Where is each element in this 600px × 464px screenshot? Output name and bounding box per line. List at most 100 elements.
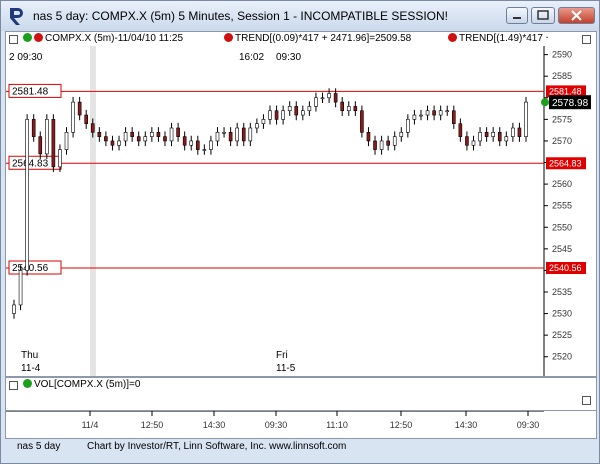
current-price-text: 2578.98 [552,98,589,109]
trend1-label: TREND[(0.09)*417 + 2471.96]=2509.58 [224,33,411,44]
candle-body [97,132,102,137]
trend1-text: TREND[(0.09)*417 + 2471.96]=2509.58 [235,33,412,44]
price-tick-label: 2560 [552,179,572,189]
trend2-text: TREND[(1.49)*417 + 2439 [459,33,548,44]
candle-body [110,140,115,146]
candle-body [222,132,226,134]
price-tick-label: 2530 [552,309,572,319]
candle-body [294,106,299,116]
candle-body [511,127,515,137]
candle-body [386,140,390,146]
panel-close-box-icon[interactable] [582,35,591,44]
candle-body [156,132,161,137]
level-label: 2564.83 [12,158,49,169]
level-price-tag-text: 2540.56 [549,263,582,273]
candle-body [445,110,450,113]
candle-body [45,119,49,155]
candle-body [425,110,430,116]
candle-body [307,106,312,112]
price-tick-label: 2575 [552,114,572,124]
price-tick-label: 2550 [552,222,572,232]
close-button[interactable] [558,7,595,24]
candle-body [320,97,325,100]
candle-body [346,106,351,112]
candle-body [504,136,509,142]
time-tick-label: 11/4 [82,420,99,430]
app-logo-icon [10,8,23,25]
candle-body [130,132,134,137]
price-tick-label: 2555 [552,201,572,211]
candle-body [202,149,207,151]
current-price-dot [541,98,549,107]
candle-body [143,136,148,142]
candle-body [31,119,36,137]
time-tick-label: 09:30 [517,420,540,430]
volume-close-box-icon[interactable] [582,396,591,405]
candle-body [465,136,469,146]
candle-body [373,140,377,150]
candle-body [64,132,69,150]
candle-body [471,140,476,146]
candle-body [209,140,213,150]
indicator-bar: COMPX.X (5m)-11/04/10 11:25 [23,33,183,44]
candle-body [484,132,489,137]
candle-body [340,101,345,112]
top-time-close: 16:02 [239,52,265,63]
panel-box-icon[interactable] [9,35,18,44]
candle-body [333,93,338,103]
minimize-button[interactable] [506,7,528,24]
volume-box-icon[interactable] [9,381,18,390]
candle-body [517,127,522,137]
price-tick-label: 2590 [552,50,572,60]
price-tick-label: 2545 [552,244,572,254]
candle-body [117,140,121,146]
close-icon [571,10,582,21]
candle-body [123,132,128,142]
candle-body [412,114,417,120]
price-tick-label: 2570 [552,136,572,146]
candle-body [274,110,279,120]
time-tick-label: 11:10 [326,420,348,430]
candle-body [58,149,62,168]
candle-body [51,119,56,168]
time-tick-label: 14:30 [455,420,478,430]
date-label-fri: 11-5 [276,363,296,374]
trend2-label: TREND[(1.49)*417 + 2439 [448,33,548,44]
time-tick-label: 09:30 [265,420,288,430]
candle-body [451,110,456,124]
maximize-icon [537,10,549,20]
price-tick-label: 2520 [552,352,572,362]
candle-body [314,97,318,107]
maximize-button[interactable] [531,7,555,24]
level-label: 2581.48 [12,86,49,97]
candle-body [90,123,95,133]
price-tick-label: 2535 [552,287,572,297]
candle-body [71,101,75,133]
footer-chart-name: nas 5 day [17,441,61,452]
candle-body [360,110,364,133]
title-bar: nas 5 day: COMPX.X (5m) 5 Minutes, Sessi… [1,1,599,31]
candle-body [77,101,82,116]
time-tick-label: 14:30 [203,420,226,430]
candle-body [287,106,292,112]
candle-body [104,136,108,142]
time-axis-svg: 11/4 12:50 14:30 09:30 11:10 12:50 14:30 09:30 [6,411,544,430]
price-chart-panel[interactable]: COMPX.X (5m)-11/04/10 11:25 TREND[(0.09)… [5,31,597,377]
top-time-open: 09:30 [276,52,302,63]
candle-body [38,136,43,155]
level-price-tag-text: 2581.48 [549,86,582,96]
candle-body [255,123,259,129]
candle-body [438,110,443,116]
candle-body [182,136,187,146]
candle-body [478,132,482,142]
red-dot-icon [34,33,43,42]
volume-panel[interactable]: VOL[COMPX.X (5m)]=0 [5,377,597,411]
minimize-icon [513,17,521,19]
candle-body [84,114,89,124]
candle-body [195,140,200,150]
candle-body [406,119,410,133]
level-label: 2540.56 [12,263,49,274]
candlestick-plot[interactable]: 2520252525302535254025452550255525602565… [6,46,596,376]
candle-body [12,304,16,314]
candle-body [150,132,154,137]
